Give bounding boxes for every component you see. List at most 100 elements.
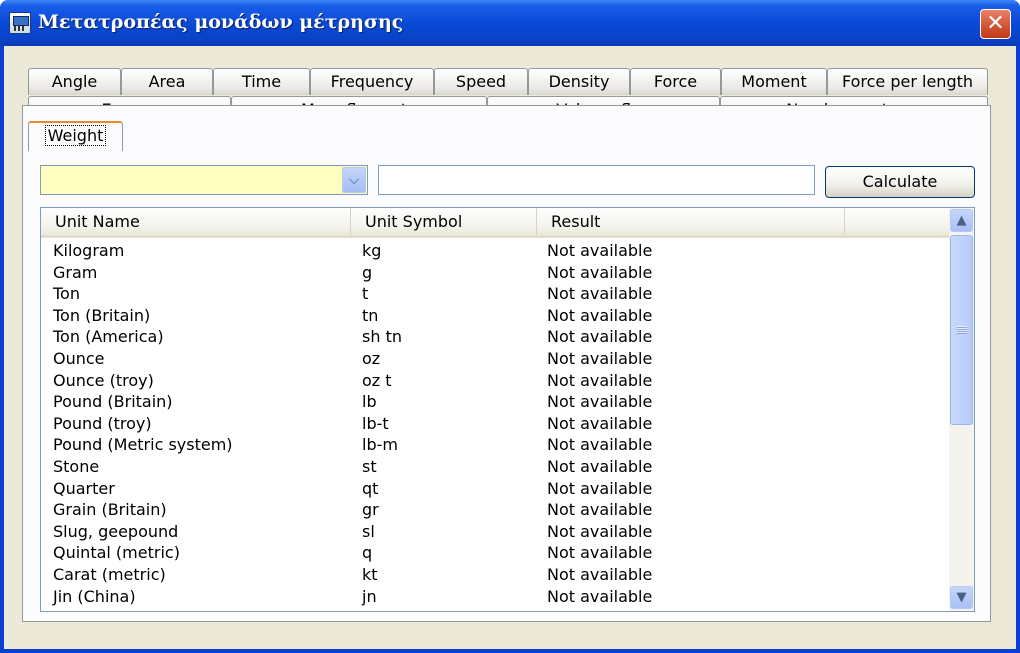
scroll-up-icon[interactable]: ▲ <box>950 209 973 232</box>
tab-time[interactable]: Time <box>213 68 310 95</box>
table-row[interactable]: Grain (Britain) gr Not available <box>41 499 949 521</box>
unit-name-cell: Ton <box>53 284 80 304</box>
calculate-button[interactable]: Calculate <box>825 166 975 198</box>
unit-symbol-cell: oz <box>362 348 381 368</box>
table-row[interactable]: Pound (troy) lb-t Not available <box>41 413 949 435</box>
table-row[interactable]: Pound (Metric system) lb-m Not available <box>41 434 949 456</box>
table-row[interactable]: Ton t Not available <box>41 283 949 305</box>
tab-speed[interactable]: Speed <box>434 68 528 95</box>
tab-force[interactable]: Force <box>630 68 721 95</box>
vertical-scrollbar[interactable]: ▲ ▼ <box>949 208 974 611</box>
result-cell: Not available <box>547 413 653 433</box>
tab-label: Density <box>548 72 610 91</box>
tab-label: Force per length <box>841 72 974 91</box>
table-row[interactable]: Jin (China) jn Not available <box>41 586 949 608</box>
grip-icon <box>957 326 967 334</box>
unit-symbol-cell: qt <box>362 478 379 498</box>
result-cell: Not available <box>547 521 653 541</box>
unit-symbol-cell: lb-t <box>362 413 389 433</box>
table-row[interactable]: Ounce oz Not available <box>41 348 949 370</box>
tab-weight[interactable]: Weight <box>28 121 123 151</box>
unit-name-cell: Ton (America) <box>53 327 164 347</box>
unit-name-cell: Pound (Britain) <box>53 392 173 412</box>
app-window: Μετατροπέας μονάδων μέτρησης ✕ Angle Area… <box>0 0 1020 653</box>
unit-name-cell: Kilogram <box>53 241 125 260</box>
value-input[interactable] <box>378 165 815 195</box>
tab-label: Speed <box>455 72 507 91</box>
unit-name-cell: Quarter <box>53 478 115 498</box>
window-title: Μετατροπέας μονάδων μέτρησης <box>38 11 404 33</box>
table-row[interactable]: Kilogram kg Not available <box>41 240 949 262</box>
tab-force-per-length[interactable]: Force per length <box>827 68 988 95</box>
result-cell: Not available <box>547 435 653 455</box>
unit-symbol-cell: lb <box>362 392 377 412</box>
unit-symbol-cell: st <box>362 456 377 476</box>
result-cell: Not available <box>547 348 653 368</box>
unit-select[interactable]: ⌵ <box>40 165 368 195</box>
table-row[interactable]: Stone st Not available <box>41 456 949 478</box>
unit-name-cell: Carat (metric) <box>53 564 166 584</box>
unit-symbol-cell: t <box>362 284 369 304</box>
scroll-down-icon[interactable]: ▼ <box>950 586 973 609</box>
unit-name-cell: Pound (Metric system) <box>53 435 233 455</box>
unit-name-cell: Ounce (troy) <box>53 370 154 390</box>
result-cell: Not available <box>547 456 653 476</box>
tab-frequency[interactable]: Frequency <box>310 68 434 95</box>
tab-density[interactable]: Density <box>528 68 630 95</box>
unit-symbol-cell: kg <box>362 241 382 260</box>
result-cell: Not available <box>547 262 653 282</box>
column-header-result[interactable]: Result <box>537 208 845 235</box>
column-header-unit-symbol[interactable]: Unit Symbol <box>351 208 537 235</box>
table-row[interactable]: Ton (America) sh tn Not available <box>41 326 949 348</box>
tab-moment[interactable]: Moment <box>721 68 827 95</box>
table-row[interactable]: Gram g Not available <box>41 262 949 284</box>
unit-name-cell: Ton (Britain) <box>53 305 151 325</box>
unit-symbol-cell: gr <box>362 500 379 520</box>
scrollbar-thumb[interactable] <box>950 235 973 425</box>
unit-name-cell: Pound (troy) <box>53 413 152 433</box>
table-row[interactable]: Carat (metric) kt Not available <box>41 564 949 586</box>
unit-symbol-cell: lb-m <box>362 435 398 455</box>
result-cell: Not available <box>547 500 653 520</box>
unit-symbol-cell: sh tn <box>362 327 402 347</box>
table-header: Unit Name Unit Symbol Result <box>41 208 949 238</box>
unit-name-cell: Ounce <box>53 348 105 368</box>
column-header-unit-name[interactable]: Unit Name <box>41 208 351 235</box>
tab-label: Time <box>241 72 282 91</box>
tab-area[interactable]: Area <box>121 68 213 95</box>
result-cell: Not available <box>547 478 653 498</box>
result-cell: Not available <box>547 284 653 304</box>
tab-label: Weight <box>44 125 107 146</box>
results-table[interactable]: Unit Name Unit Symbol Result Kilogram kg N… <box>40 207 975 612</box>
tab-label: Frequency <box>330 72 414 91</box>
table-row[interactable]: Ounce (troy) oz t Not available <box>41 370 949 392</box>
tab-angle[interactable]: Angle <box>28 68 121 95</box>
app-icon[interactable] <box>9 12 31 34</box>
result-cell: Not available <box>547 543 653 563</box>
table-row[interactable]: Ton (Britain) tn Not available <box>41 305 949 327</box>
title-bar[interactable]: Μετατροπέας μονάδων μέτρησης ✕ <box>0 0 1020 46</box>
unit-name-cell: Slug, geepound <box>53 521 179 541</box>
table-row[interactable]: Quarter qt Not available <box>41 478 949 500</box>
table-row[interactable]: Pound (Britain) lb Not available <box>41 391 949 413</box>
unit-symbol-cell: kt <box>362 564 378 584</box>
tab-label: Area <box>148 72 186 91</box>
table-body: Kilogram kg Not available Gram g Not availabl… <box>41 240 949 607</box>
chevron-down-icon[interactable]: ⌵ <box>342 167 366 193</box>
table-row[interactable]: Quintal (metric) q Not available <box>41 542 949 564</box>
unit-name-cell: Quintal (metric) <box>53 543 180 563</box>
tab-label: Angle <box>51 72 98 91</box>
result-cell: Not available <box>547 305 653 325</box>
unit-symbol-cell: oz t <box>362 370 392 390</box>
unit-name-cell: Jin (China) <box>53 586 136 606</box>
unit-name-cell: Gram <box>53 262 98 282</box>
table-row[interactable]: Slug, geepound sl Not available <box>41 521 949 543</box>
unit-name-cell: Stone <box>53 456 100 476</box>
result-cell: Not available <box>547 564 653 584</box>
close-button[interactable]: ✕ <box>980 9 1011 39</box>
tab-label: Moment <box>741 72 807 91</box>
unit-symbol-cell: g <box>362 262 373 282</box>
unit-name-cell: Grain (Britain) <box>53 500 167 520</box>
unit-symbol-cell: q <box>362 543 373 563</box>
result-cell: Not available <box>547 586 653 606</box>
